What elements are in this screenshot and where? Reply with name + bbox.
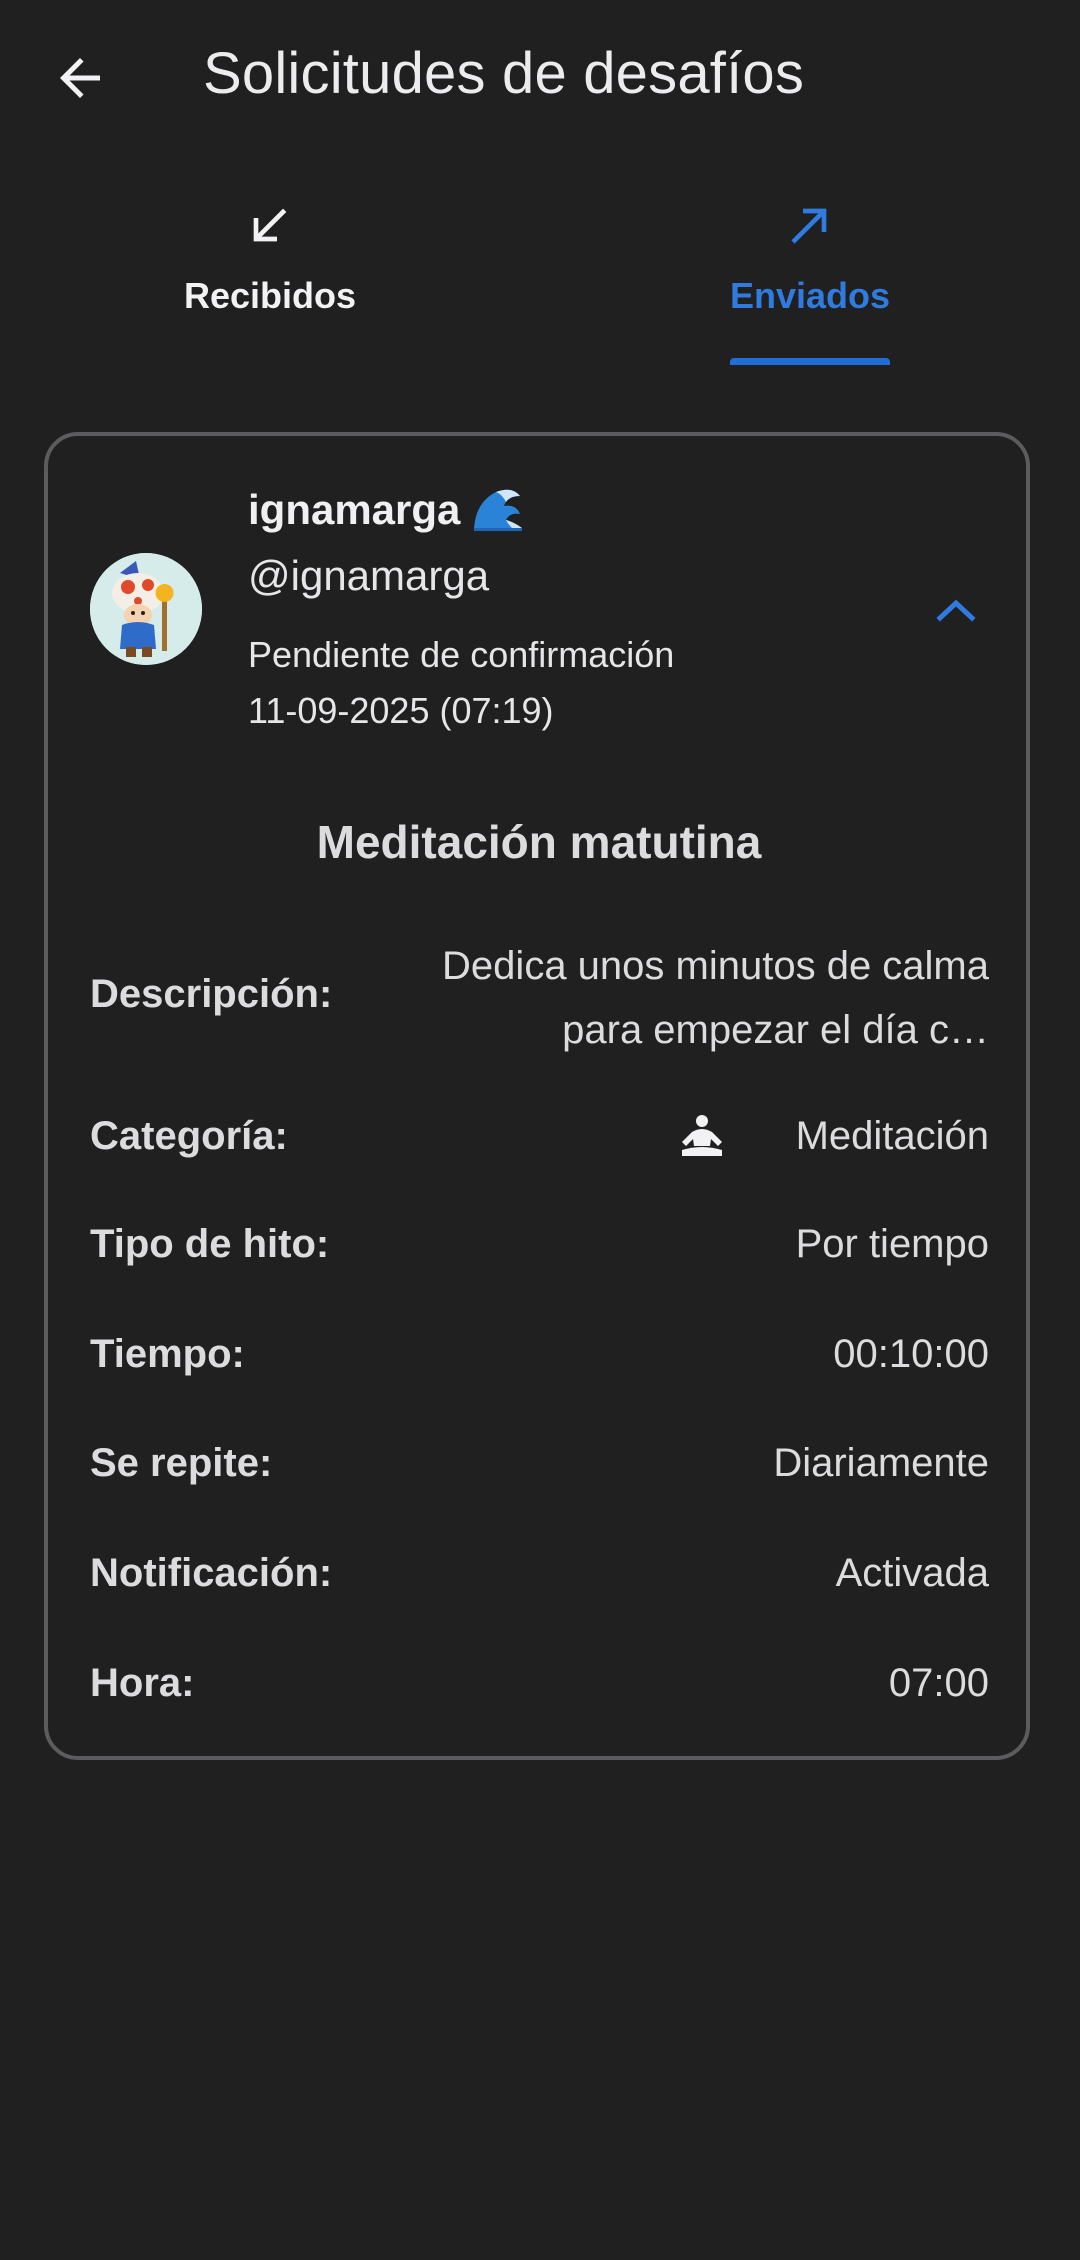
milestone-type-label: Tipo de hito:: [90, 1222, 330, 1266]
wave-emoji-icon: [474, 489, 523, 531]
tab-bar: Recibidos Enviados: [0, 175, 1080, 365]
notification-value: Activada: [835, 1551, 989, 1595]
hour-label: Hora:: [90, 1661, 195, 1705]
notification-label: Notificación:: [90, 1551, 333, 1595]
avatar: [90, 553, 202, 665]
back-button[interactable]: [50, 48, 110, 108]
tab-sent-label: Enviados: [729, 275, 891, 316]
description-value: Dedica unos minutos de calma para empeza…: [442, 944, 989, 1052]
challenge-title: Meditación matutina: [316, 816, 762, 868]
page-title: Solicitudes de desafíos: [203, 41, 805, 106]
request-status: Pendiente de confirmación: [248, 634, 675, 675]
category-value: Meditación: [795, 1114, 989, 1158]
tab-received-label: Recibidos: [183, 275, 357, 316]
repeat-value: Diariamente: [773, 1441, 989, 1485]
user-handle: @ignamarga: [248, 552, 490, 599]
hour-value: 07:00: [888, 1661, 989, 1705]
tab-sent[interactable]: Enviados: [540, 175, 1080, 365]
arrow-down-left-icon: [253, 208, 287, 242]
request-date: 11-09-2025 (07:19): [248, 690, 554, 731]
description-label: Descripción:: [90, 972, 333, 1016]
category-label: Categoría:: [90, 1114, 288, 1158]
chevron-up-icon: [936, 599, 976, 622]
user-display-name: ignamarga: [248, 484, 524, 534]
tab-received[interactable]: Recibidos: [0, 175, 540, 365]
collapse-button[interactable]: [932, 592, 980, 628]
tab-selected-indicator: [730, 358, 890, 365]
toad-avatar-icon: [90, 553, 202, 665]
arrow-up-right-icon: [791, 208, 827, 244]
milestone-type-value: Por tiempo: [795, 1222, 989, 1266]
repeat-label: Se repite:: [90, 1441, 273, 1485]
app-bar: Solicitudes de desafíos: [0, 0, 1080, 160]
time-value: 00:10:00: [833, 1332, 989, 1376]
arrow-back-icon: [60, 58, 100, 98]
meditation-icon: [682, 1115, 722, 1156]
time-label: Tiempo:: [90, 1332, 245, 1376]
